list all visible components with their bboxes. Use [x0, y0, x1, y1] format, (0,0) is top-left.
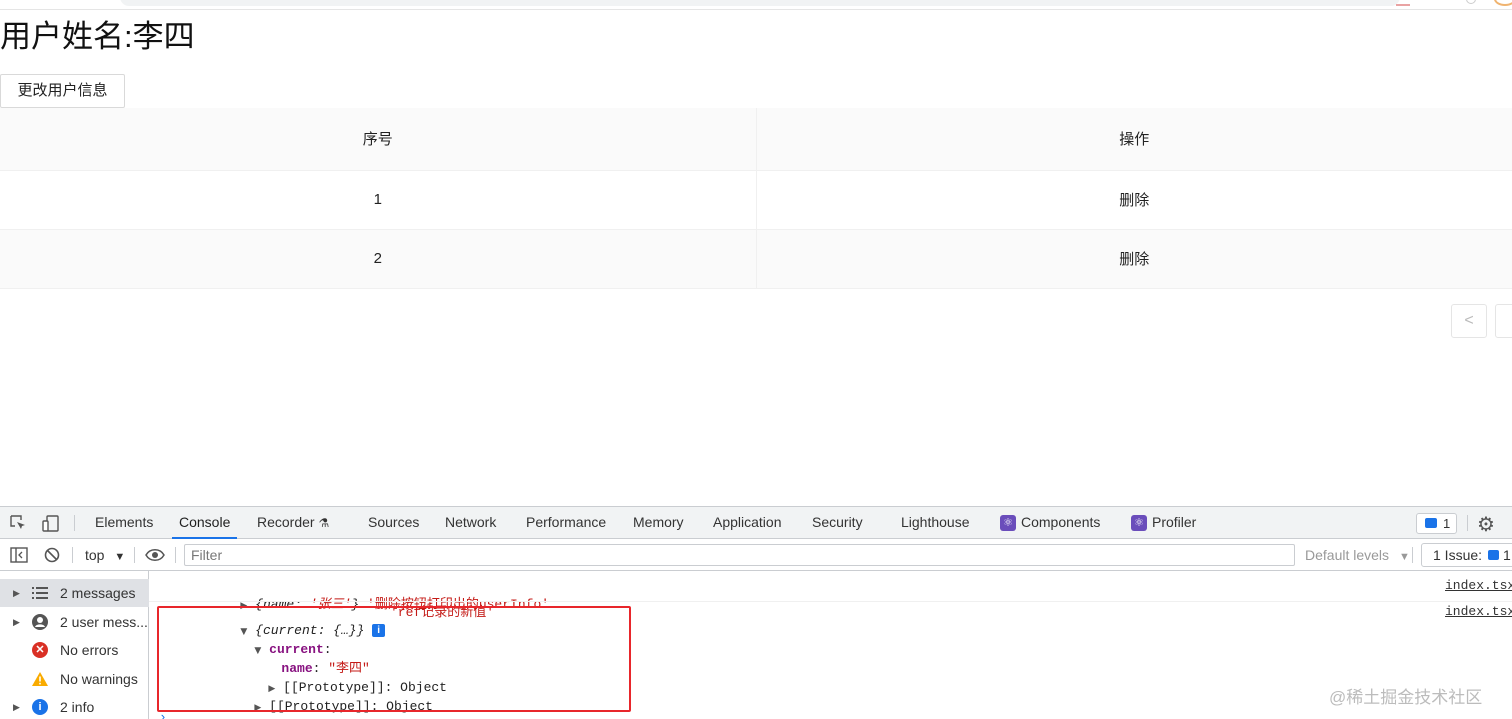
pagination-next-button[interactable]: [1495, 304, 1512, 338]
console-row-divider: [149, 601, 1512, 602]
browser-top-strip: [0, 0, 1512, 10]
sidebar-item-label: No warnings: [60, 671, 138, 687]
source-link[interactable]: index.tsx: [1445, 578, 1512, 593]
table-header-row: 序号 操作: [0, 108, 1512, 171]
expand-arrow-icon: ▶: [13, 588, 20, 598]
dropdown-arrow-icon: ▼: [1398, 551, 1410, 563]
row-index-cell: 1: [0, 170, 757, 230]
column-header-action: 操作: [756, 108, 1512, 171]
toolbar-divider: [134, 547, 135, 563]
page-title: 用户姓名:李四: [0, 19, 195, 54]
live-expression-eye-icon[interactable]: [145, 549, 165, 561]
sidebar-item-info[interactable]: ▶ i 2 info: [0, 693, 149, 719]
tab-network[interactable]: Network: [445, 507, 496, 539]
table-row: 1 删除: [0, 170, 1512, 230]
expand-arrow-icon: ▶: [13, 702, 20, 712]
message-count: 1: [1443, 516, 1451, 531]
toolbar-divider: [1412, 547, 1413, 563]
expand-arrow-icon: ▶: [13, 617, 20, 627]
console-sidebar: ▶ 2 messages ▶ 2 user mess... ✕ No error…: [0, 571, 149, 719]
clear-console-icon[interactable]: [44, 547, 60, 563]
tab-security[interactable]: Security: [812, 507, 863, 539]
message-count-badge[interactable]: 1: [1416, 513, 1457, 534]
context-label: top: [85, 547, 105, 563]
dropdown-arrow-icon: ▼: [114, 551, 126, 563]
source-link[interactable]: index.tsx: [1445, 604, 1512, 619]
sidebar-item-messages[interactable]: ▶ 2 messages: [0, 579, 149, 607]
tab-application[interactable]: Application: [713, 507, 782, 539]
update-icon[interactable]: [1494, 0, 1512, 6]
delete-action[interactable]: 删除: [756, 170, 1512, 230]
toolbar-divider: [1467, 515, 1468, 531]
issue-icon: [1488, 550, 1500, 560]
sidebar-item-warnings[interactable]: No warnings: [0, 665, 149, 693]
tab-lighthouse[interactable]: Lighthouse: [901, 507, 970, 539]
flask-icon: ⚗: [318, 516, 330, 530]
tab-recorder[interactable]: Recorder ⚗: [257, 507, 329, 539]
tab-profiler[interactable]: Profiler: [1152, 507, 1196, 539]
console-prompt-icon[interactable]: ›: [159, 710, 167, 719]
tab-recorder-label: Recorder: [257, 514, 315, 530]
toolbar-divider: [72, 547, 73, 563]
console-output: ▶ {name: '张三'} '删除按钮打印出的userInfo' index.…: [149, 571, 1512, 719]
issues-label: 1 Issue:: [1433, 547, 1483, 563]
pagination-prev-button[interactable]: <: [1451, 304, 1487, 338]
sidebar-item-label: 2 info: [60, 699, 95, 715]
delete-action[interactable]: 删除: [756, 229, 1512, 289]
issues-count: 1: [1503, 547, 1511, 563]
tab-components[interactable]: Components: [1021, 507, 1100, 539]
sidebar-item-user-messages[interactable]: ▶ 2 user mess...: [0, 608, 149, 636]
row-index-cell: 2: [0, 229, 757, 289]
data-table: 序号 操作 1 删除 2 删除: [0, 108, 1512, 289]
issues-button[interactable]: 1 Issue: 1: [1421, 543, 1512, 567]
list-icon: [32, 587, 48, 599]
annotation-highlight-box: [157, 606, 631, 712]
column-header-index: 序号: [0, 108, 757, 171]
inspect-element-icon[interactable]: [10, 515, 26, 531]
tab-memory[interactable]: Memory: [633, 507, 684, 539]
tab-console[interactable]: Console: [172, 507, 238, 539]
toolbar-divider: [175, 547, 176, 563]
warning-icon: [32, 672, 48, 686]
extension-icon[interactable]: [1396, 0, 1410, 6]
user-icon: [32, 614, 48, 630]
change-user-info-button[interactable]: 更改用户信息: [0, 74, 125, 108]
react-components-icon: ⚛: [1000, 515, 1016, 531]
tab-performance[interactable]: Performance: [526, 507, 606, 539]
info-icon: i: [32, 699, 48, 715]
sidebar-item-label: No errors: [60, 642, 119, 658]
table-row: 2 删除: [0, 229, 1512, 289]
sidebar-item-label: 2 user mess...: [60, 614, 148, 630]
log-levels-label: Default levels: [1305, 547, 1390, 563]
context-selector[interactable]: top ▼: [85, 539, 125, 573]
console-filter-input[interactable]: Filter: [184, 544, 1295, 566]
react-profiler-icon: ⚛: [1131, 515, 1147, 531]
devtools-panel: Elements Console Recorder ⚗ Sources Netw…: [0, 506, 1512, 719]
settings-gear-icon[interactable]: ⚙: [1477, 512, 1495, 537]
error-icon: ✕: [32, 642, 48, 658]
console-toolbar: top ▼ Filter Default levels ▼ 1 Issue: 1: [0, 539, 1512, 571]
sidebar-item-errors[interactable]: ✕ No errors: [0, 636, 149, 664]
show-sidebar-icon[interactable]: [10, 547, 28, 563]
profile-icon[interactable]: [1466, 0, 1476, 4]
tab-sources[interactable]: Sources: [368, 507, 419, 539]
devtools-tab-bar: Elements Console Recorder ⚗ Sources Netw…: [0, 507, 1512, 539]
tab-elements[interactable]: Elements: [95, 507, 153, 539]
sidebar-item-label: 2 messages: [60, 585, 136, 601]
device-toolbar-icon[interactable]: [42, 515, 60, 532]
watermark: @稀土掘金技术社区: [1329, 688, 1483, 707]
message-icon: [1425, 518, 1437, 528]
address-bar[interactable]: [120, 0, 1400, 6]
toolbar-divider: [74, 515, 75, 531]
log-levels-dropdown[interactable]: Default levels ▼: [1305, 539, 1410, 573]
